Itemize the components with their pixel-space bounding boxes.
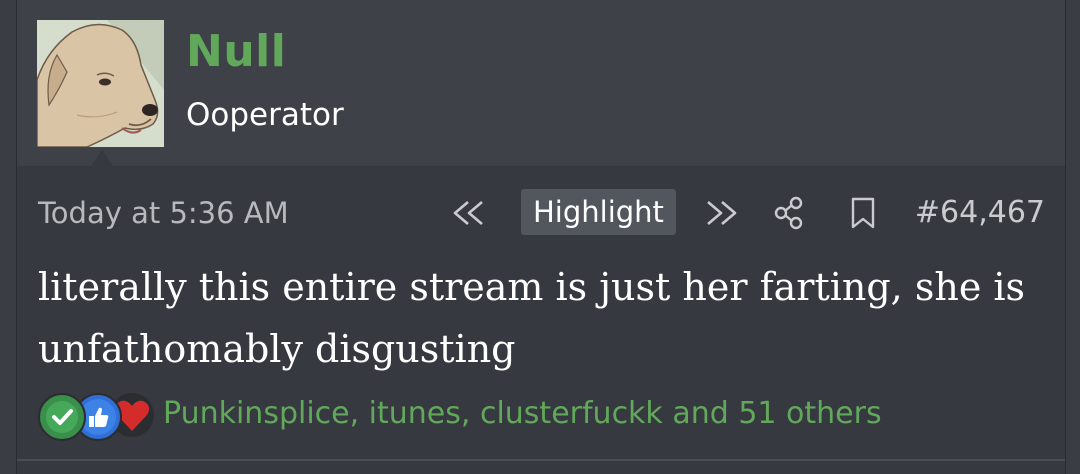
user-title: Ooperator (186, 97, 344, 133)
post-footer-divider (17, 459, 1065, 461)
highlight-button[interactable]: Highlight (521, 189, 676, 235)
username[interactable]: Null (186, 26, 286, 77)
dog-avatar-icon (37, 20, 164, 147)
user-avatar[interactable] (37, 20, 164, 147)
share-icon[interactable] (773, 196, 805, 234)
post-number-link[interactable]: #64,467 (915, 195, 1045, 230)
bookmark-icon[interactable] (849, 196, 877, 234)
check-reaction-icon (38, 393, 86, 441)
post-user-block: Null Ooperator (17, 0, 1065, 166)
forum-post: Null Ooperator Today at 5:36 AM Highligh… (16, 0, 1066, 474)
fast-forward-icon[interactable] (703, 199, 739, 231)
post-meta-row: Today at 5:36 AM Highlight #64,467 (17, 188, 1065, 240)
rewind-icon[interactable] (451, 199, 487, 231)
post-message: literally this entire stream is just her… (38, 265, 1026, 371)
avatar-pointer (91, 150, 113, 166)
post-timestamp[interactable]: Today at 5:36 AM (38, 196, 289, 230)
reaction-users-link[interactable]: Punkinsplice, itunes, clusterfuckk and 5… (163, 396, 882, 431)
